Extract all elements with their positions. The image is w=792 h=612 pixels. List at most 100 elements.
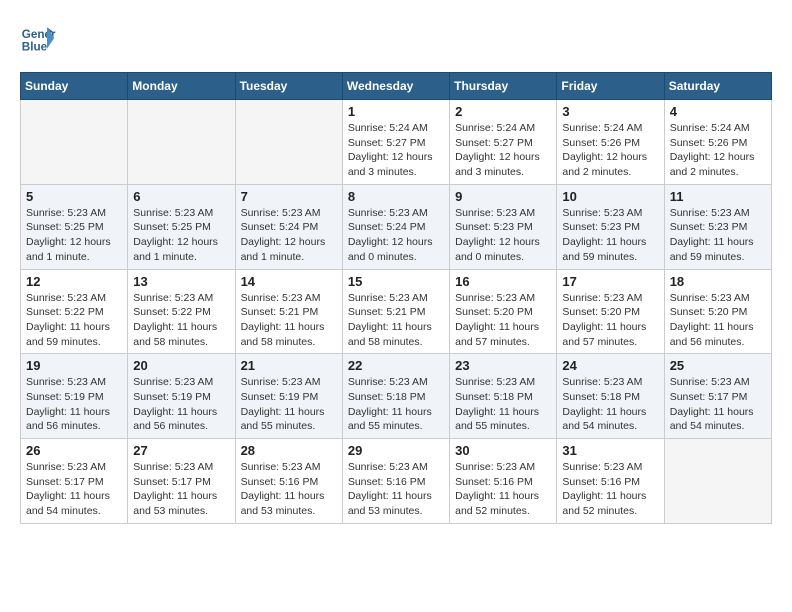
calendar-cell: 26 Sunrise: 5:23 AM Sunset: 5:17 PM Dayli… (21, 439, 128, 524)
day-number: 20 (133, 358, 229, 373)
weekday-friday: Friday (557, 73, 664, 100)
day-info: Sunrise: 5:23 AM Sunset: 5:19 PM Dayligh… (241, 375, 337, 434)
calendar-cell: 12Sunrise: 5:23 AM Sunset: 5:22 PM Dayli… (21, 269, 128, 354)
calendar-week-2: 5 Sunrise: 5:23 AM Sunset: 5:25 PM Daylig… (21, 184, 772, 269)
logo-icon: General Blue (20, 20, 56, 56)
calendar-cell: 11Sunrise: 5:23 AM Sunset: 5:23 PM Dayli… (664, 184, 771, 269)
calendar-cell: 21Sunrise: 5:23 AM Sunset: 5:19 PM Dayli… (235, 354, 342, 439)
day-number: 19 (26, 358, 122, 373)
day-info: Sunrise: 5:23 AM Sunset: 5:17 PM Dayligh… (670, 375, 766, 434)
day-info: Sunrise: 5:23 AM Sunset: 5:19 PM Dayligh… (133, 375, 229, 434)
calendar-cell: 14 Sunrise: 5:23 AM Sunset: 5:21 PM Dayli… (235, 269, 342, 354)
day-number: 18 (670, 274, 766, 289)
calendar-cell: 6Sunrise: 5:23 AM Sunset: 5:25 PM Daylig… (128, 184, 235, 269)
calendar-cell: 20 Sunrise: 5:23 AM Sunset: 5:19 PM Dayli… (128, 354, 235, 439)
calendar-week-4: 19 Sunrise: 5:23 AM Sunset: 5:19 PM Dayli… (21, 354, 772, 439)
day-info: Sunrise: 5:23 AM Sunset: 5:20 PM Dayligh… (455, 291, 551, 350)
day-number: 28 (241, 443, 337, 458)
calendar-cell: 5 Sunrise: 5:23 AM Sunset: 5:25 PM Daylig… (21, 184, 128, 269)
day-info: Sunrise: 5:23 AM Sunset: 5:24 PM Dayligh… (241, 206, 337, 265)
weekday-thursday: Thursday (450, 73, 557, 100)
day-info: Sunrise: 5:24 AM Sunset: 5:26 PM Dayligh… (670, 121, 766, 180)
day-info: Sunrise: 5:23 AM Sunset: 5:22 PM Dayligh… (26, 291, 122, 350)
day-number: 29 (348, 443, 444, 458)
calendar-week-3: 12Sunrise: 5:23 AM Sunset: 5:22 PM Dayli… (21, 269, 772, 354)
calendar-cell: 23 Sunrise: 5:23 AM Sunset: 5:18 PM Dayli… (450, 354, 557, 439)
day-number: 26 (26, 443, 122, 458)
day-number: 15 (348, 274, 444, 289)
day-number: 27 (133, 443, 229, 458)
day-info: Sunrise: 5:23 AM Sunset: 5:21 PM Dayligh… (348, 291, 444, 350)
calendar-cell (235, 100, 342, 185)
calendar-cell: 2 Sunrise: 5:24 AM Sunset: 5:27 PM Daylig… (450, 100, 557, 185)
day-number: 4 (670, 104, 766, 119)
calendar-cell (128, 100, 235, 185)
weekday-monday: Monday (128, 73, 235, 100)
calendar-cell: 18Sunrise: 5:23 AM Sunset: 5:20 PM Dayli… (664, 269, 771, 354)
calendar-cell: 13Sunrise: 5:23 AM Sunset: 5:22 PM Dayli… (128, 269, 235, 354)
calendar-cell: 16 Sunrise: 5:23 AM Sunset: 5:20 PM Dayli… (450, 269, 557, 354)
day-number: 23 (455, 358, 551, 373)
day-info: Sunrise: 5:24 AM Sunset: 5:27 PM Dayligh… (455, 121, 551, 180)
calendar-week-1: 1 Sunrise: 5:24 AM Sunset: 5:27 PM Daylig… (21, 100, 772, 185)
day-info: Sunrise: 5:23 AM Sunset: 5:17 PM Dayligh… (133, 460, 229, 519)
calendar-cell: 9Sunrise: 5:23 AM Sunset: 5:23 PM Daylig… (450, 184, 557, 269)
day-number: 22 (348, 358, 444, 373)
day-info: Sunrise: 5:23 AM Sunset: 5:17 PM Dayligh… (26, 460, 122, 519)
day-info: Sunrise: 5:24 AM Sunset: 5:27 PM Dayligh… (348, 121, 444, 180)
day-info: Sunrise: 5:23 AM Sunset: 5:18 PM Dayligh… (348, 375, 444, 434)
day-number: 6 (133, 189, 229, 204)
calendar-week-5: 26 Sunrise: 5:23 AM Sunset: 5:17 PM Dayli… (21, 439, 772, 524)
day-info: Sunrise: 5:23 AM Sunset: 5:22 PM Dayligh… (133, 291, 229, 350)
calendar-cell: 29 Sunrise: 5:23 AM Sunset: 5:16 PM Dayli… (342, 439, 449, 524)
weekday-saturday: Saturday (664, 73, 771, 100)
weekday-wednesday: Wednesday (342, 73, 449, 100)
calendar-cell: 22 Sunrise: 5:23 AM Sunset: 5:18 PM Dayli… (342, 354, 449, 439)
weekday-tuesday: Tuesday (235, 73, 342, 100)
day-info: Sunrise: 5:23 AM Sunset: 5:25 PM Dayligh… (26, 206, 122, 265)
calendar-cell: 10Sunrise: 5:23 AM Sunset: 5:23 PM Dayli… (557, 184, 664, 269)
calendar-body: 1 Sunrise: 5:24 AM Sunset: 5:27 PM Daylig… (21, 100, 772, 524)
day-info: Sunrise: 5:23 AM Sunset: 5:24 PM Dayligh… (348, 206, 444, 265)
day-number: 3 (562, 104, 658, 119)
day-info: Sunrise: 5:23 AM Sunset: 5:23 PM Dayligh… (455, 206, 551, 265)
day-info: Sunrise: 5:23 AM Sunset: 5:18 PM Dayligh… (455, 375, 551, 434)
day-info: Sunrise: 5:23 AM Sunset: 5:18 PM Dayligh… (562, 375, 658, 434)
calendar-cell (21, 100, 128, 185)
day-number: 16 (455, 274, 551, 289)
day-number: 10 (562, 189, 658, 204)
calendar-cell: 17 Sunrise: 5:23 AM Sunset: 5:20 PM Dayli… (557, 269, 664, 354)
day-number: 8 (348, 189, 444, 204)
weekday-sunday: Sunday (21, 73, 128, 100)
day-number: 25 (670, 358, 766, 373)
day-info: Sunrise: 5:23 AM Sunset: 5:16 PM Dayligh… (455, 460, 551, 519)
day-number: 14 (241, 274, 337, 289)
day-number: 1 (348, 104, 444, 119)
day-number: 17 (562, 274, 658, 289)
calendar-cell: 31 Sunrise: 5:23 AM Sunset: 5:16 PM Dayli… (557, 439, 664, 524)
logo: General Blue (20, 20, 58, 56)
day-number: 11 (670, 189, 766, 204)
calendar-cell: 28 Sunrise: 5:23 AM Sunset: 5:16 PM Dayli… (235, 439, 342, 524)
calendar-cell: 4 Sunrise: 5:24 AM Sunset: 5:26 PM Daylig… (664, 100, 771, 185)
day-number: 2 (455, 104, 551, 119)
day-info: Sunrise: 5:23 AM Sunset: 5:19 PM Dayligh… (26, 375, 122, 434)
calendar-cell: 1 Sunrise: 5:24 AM Sunset: 5:27 PM Daylig… (342, 100, 449, 185)
page-header: General Blue (20, 20, 772, 56)
day-info: Sunrise: 5:23 AM Sunset: 5:16 PM Dayligh… (562, 460, 658, 519)
calendar-cell: 19 Sunrise: 5:23 AM Sunset: 5:19 PM Dayli… (21, 354, 128, 439)
day-info: Sunrise: 5:23 AM Sunset: 5:20 PM Dayligh… (562, 291, 658, 350)
day-info: Sunrise: 5:23 AM Sunset: 5:21 PM Dayligh… (241, 291, 337, 350)
day-number: 5 (26, 189, 122, 204)
day-info: Sunrise: 5:23 AM Sunset: 5:16 PM Dayligh… (241, 460, 337, 519)
day-info: Sunrise: 5:23 AM Sunset: 5:16 PM Dayligh… (348, 460, 444, 519)
calendar-cell: 30Sunrise: 5:23 AM Sunset: 5:16 PM Dayli… (450, 439, 557, 524)
calendar-cell: 15 Sunrise: 5:23 AM Sunset: 5:21 PM Dayli… (342, 269, 449, 354)
calendar-cell: 25 Sunrise: 5:23 AM Sunset: 5:17 PM Dayli… (664, 354, 771, 439)
day-number: 24 (562, 358, 658, 373)
day-info: Sunrise: 5:24 AM Sunset: 5:26 PM Dayligh… (562, 121, 658, 180)
day-number: 31 (562, 443, 658, 458)
calendar-cell: 27 Sunrise: 5:23 AM Sunset: 5:17 PM Dayli… (128, 439, 235, 524)
calendar-cell: 3 Sunrise: 5:24 AM Sunset: 5:26 PM Daylig… (557, 100, 664, 185)
weekday-header-row: SundayMondayTuesdayWednesdayThursdayFrid… (21, 73, 772, 100)
